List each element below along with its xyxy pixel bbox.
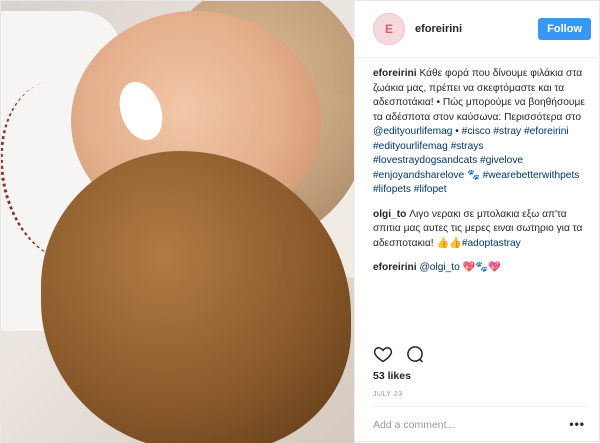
likes-count[interactable]: 53 likes (373, 370, 411, 382)
comment-username[interactable]: olgi_to (373, 209, 406, 220)
comment: olgi_to Λιγο νερακι σε μπολακια εξω απ'τ… (373, 208, 588, 252)
add-comment-input[interactable]: Add a comment... (373, 419, 455, 431)
post-photo[interactable] (1, 1, 354, 443)
avatar[interactable]: E (373, 13, 405, 45)
follow-button[interactable]: Follow (538, 18, 591, 40)
comment-icon[interactable] (405, 344, 425, 364)
caption-mention[interactable]: @edityourlifemag (373, 126, 452, 137)
header-username[interactable]: eforeirini (415, 23, 538, 35)
divider (373, 406, 587, 407)
post-date: JULY 23 (373, 391, 403, 398)
caption-emoji: 🐾 (464, 169, 483, 181)
comment: eforeirini @olgi_to 💖🐾💖 (373, 261, 588, 276)
heart-icon[interactable] (373, 344, 393, 364)
comment-mention[interactable]: @olgi_to (419, 262, 459, 273)
comments-list: eforeirini Κάθε φορά που δίνουμε φιλάκια… (355, 67, 600, 286)
more-options-icon[interactable]: ••• (569, 417, 585, 431)
post-header: E eforeirini Follow (355, 1, 600, 58)
comment-hashtag[interactable]: #adoptastray (462, 238, 521, 249)
post-sidebar: E eforeirini Follow eforeirini Κάθε φορά… (354, 1, 600, 443)
caption: eforeirini Κάθε φορά που δίνουμε φιλάκια… (373, 67, 588, 198)
caption-username[interactable]: eforeirini (373, 68, 417, 79)
comment-emojis: 💖🐾💖 (459, 262, 501, 273)
comment-username[interactable]: eforeirini (373, 262, 417, 273)
caption-bullet: • (452, 126, 462, 137)
post-actions (373, 344, 425, 364)
instagram-post: E eforeirini Follow eforeirini Κάθε φορά… (0, 0, 600, 443)
